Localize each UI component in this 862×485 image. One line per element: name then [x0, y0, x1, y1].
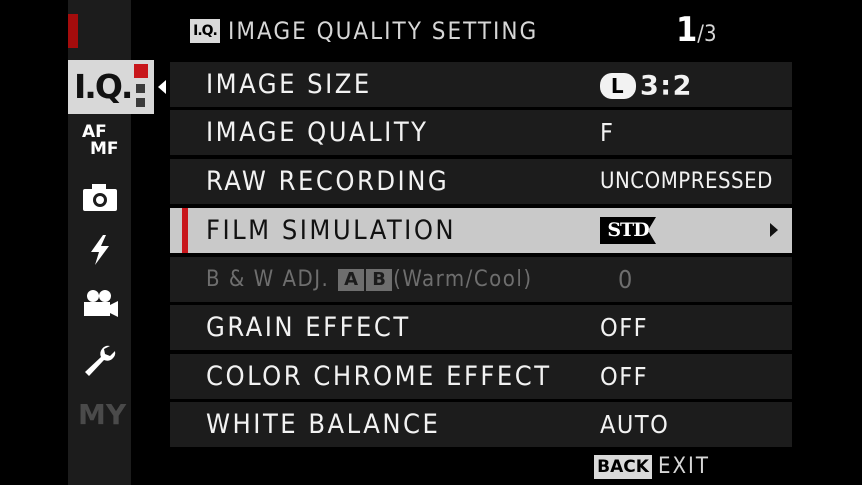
menu-item-film-simulation[interactable]: FILM SIMULATION STD	[170, 208, 792, 253]
menu-item-value: L 3:2	[600, 62, 693, 109]
menu-item-image-quality[interactable]: IMAGE QUALITY F	[170, 110, 792, 155]
menu-item-label: GRAIN EFFECT	[206, 312, 411, 343]
submenu-arrow-icon	[770, 223, 778, 237]
menu-item-label: IMAGE QUALITY	[206, 117, 429, 148]
menu-item-value: F	[600, 118, 615, 147]
film-simulation-std-icon: STD	[600, 217, 656, 244]
camera-menu-screen: I.Q. AF MF MY I.Q. IMAGE QUALITY SETTING…	[0, 0, 862, 485]
menu-item-value: UNCOMPRESSED	[600, 169, 773, 194]
menu-item-label: FILM SIMULATION	[206, 215, 457, 246]
acros-film-icon: A	[338, 269, 365, 291]
menu-item-label: IMAGE SIZE	[206, 69, 372, 100]
submenu-page-indicator	[136, 98, 145, 107]
bw-adj-label: B & W ADJ.	[206, 267, 330, 292]
menu-item-label: COLOR CHROME EFFECT	[206, 361, 552, 392]
menu-item-color-chrome-effect[interactable]: COLOR CHROME EFFECT OFF	[170, 354, 792, 399]
warm-cool-label: (Warm/Cool)	[393, 267, 533, 292]
menu-item-bw-adj[interactable]: B & W ADJ. A B (Warm/Cool) 0	[170, 257, 792, 302]
image-size-large-icon: L	[600, 73, 636, 99]
page-title: IMAGE QUALITY SETTING	[228, 17, 539, 45]
menu-item-raw-recording[interactable]: RAW RECORDING UNCOMPRESSED	[170, 159, 792, 204]
selection-marker	[182, 208, 188, 253]
scroll-position-marker	[68, 14, 78, 48]
menu-item-value: 0	[618, 265, 634, 294]
menu-item-value: OFF	[600, 313, 649, 342]
menu-item-grain-effect[interactable]: GRAIN EFFECT OFF	[170, 305, 792, 350]
sidebar-item-image-quality[interactable]: I.Q.	[68, 60, 154, 114]
submenu-page-indicator	[136, 84, 145, 93]
sidebar-item-af-mf[interactable]: AF MF	[80, 124, 120, 162]
menu-item-image-size[interactable]: IMAGE SIZE L 3:2	[170, 62, 792, 107]
camera-icon[interactable]	[80, 180, 120, 216]
exit-label: EXIT	[658, 454, 710, 479]
menu-item-label: WHITE BALANCE	[206, 409, 441, 440]
total-pages: /3	[697, 22, 717, 47]
image-quality-badge-icon: I.Q.	[190, 19, 220, 43]
current-page-number: 1	[676, 10, 698, 50]
sidebar-item-my-menu[interactable]: MY	[78, 398, 126, 432]
back-button-icon[interactable]: BACK	[594, 455, 652, 479]
movie-camera-icon[interactable]	[80, 286, 120, 322]
wrench-icon[interactable]	[80, 342, 120, 378]
submenu-page-indicator-active	[134, 64, 148, 78]
monochrome-film-icon: B	[366, 269, 393, 291]
mf-label: MF	[90, 139, 119, 159]
menu-item-label: RAW RECORDING	[206, 166, 450, 197]
flash-icon[interactable]	[80, 232, 120, 268]
menu-item-label: B & W ADJ. A B (Warm/Cool)	[206, 257, 533, 302]
sidebar-item-label: I.Q.	[74, 67, 133, 106]
page-indicator: 1/3	[676, 10, 717, 56]
menu-item-white-balance[interactable]: WHITE BALANCE AUTO	[170, 402, 792, 447]
menu-item-value: OFF	[600, 362, 649, 391]
sidebar-pointer-arrow-icon	[158, 80, 166, 94]
menu-item-value: AUTO	[600, 410, 670, 439]
aspect-ratio-value: 3:2	[640, 70, 693, 102]
